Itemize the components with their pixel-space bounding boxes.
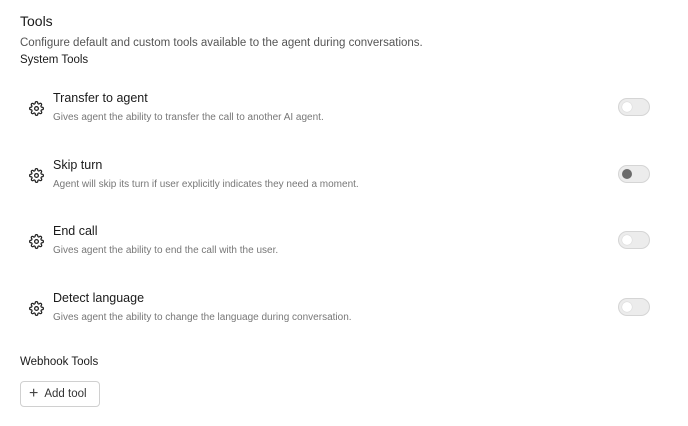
tool-row-skip-turn: Skip turn Agent will skip its turn if us… bbox=[20, 158, 660, 202]
tool-row-end-call: End call Gives agent the ability to end … bbox=[20, 224, 660, 268]
toggle-knob bbox=[622, 235, 632, 245]
tool-name: End call bbox=[53, 224, 98, 238]
gear-icon bbox=[28, 300, 44, 316]
toggle-transfer-to-agent[interactable] bbox=[618, 98, 650, 116]
system-tools-title: System Tools bbox=[20, 54, 89, 66]
add-tool-label: Add tool bbox=[44, 388, 87, 400]
tool-description: Agent will skip its turn if user explici… bbox=[53, 179, 359, 190]
tool-description: Gives agent the ability to end the call … bbox=[53, 245, 279, 256]
plus-icon: + bbox=[29, 385, 39, 402]
tool-row-transfer-to-agent: Transfer to agent Gives agent the abilit… bbox=[20, 91, 660, 135]
tools-header-title: Tools bbox=[20, 13, 53, 29]
tool-name: Transfer to agent bbox=[53, 91, 148, 105]
webhook-tools-title: Webhook Tools bbox=[20, 356, 99, 368]
toggle-knob bbox=[622, 169, 632, 179]
tool-row-detect-language: Detect language Gives agent the ability … bbox=[20, 291, 660, 335]
tool-description: Gives agent the ability to transfer the … bbox=[53, 112, 324, 123]
toggle-detect-language[interactable] bbox=[618, 298, 650, 316]
toggle-knob bbox=[622, 102, 632, 112]
tools-header-description: Configure default and custom tools avail… bbox=[20, 37, 423, 49]
toggle-knob bbox=[622, 302, 632, 312]
tool-name: Skip turn bbox=[53, 158, 103, 172]
tool-description: Gives agent the ability to change the la… bbox=[53, 312, 352, 323]
add-tool-button[interactable]: + Add tool bbox=[20, 381, 100, 407]
tool-name: Detect language bbox=[53, 291, 145, 305]
gear-icon bbox=[28, 100, 44, 116]
toggle-end-call[interactable] bbox=[618, 231, 650, 249]
gear-icon bbox=[28, 233, 44, 249]
toggle-skip-turn[interactable] bbox=[618, 165, 650, 183]
gear-icon bbox=[28, 167, 44, 183]
